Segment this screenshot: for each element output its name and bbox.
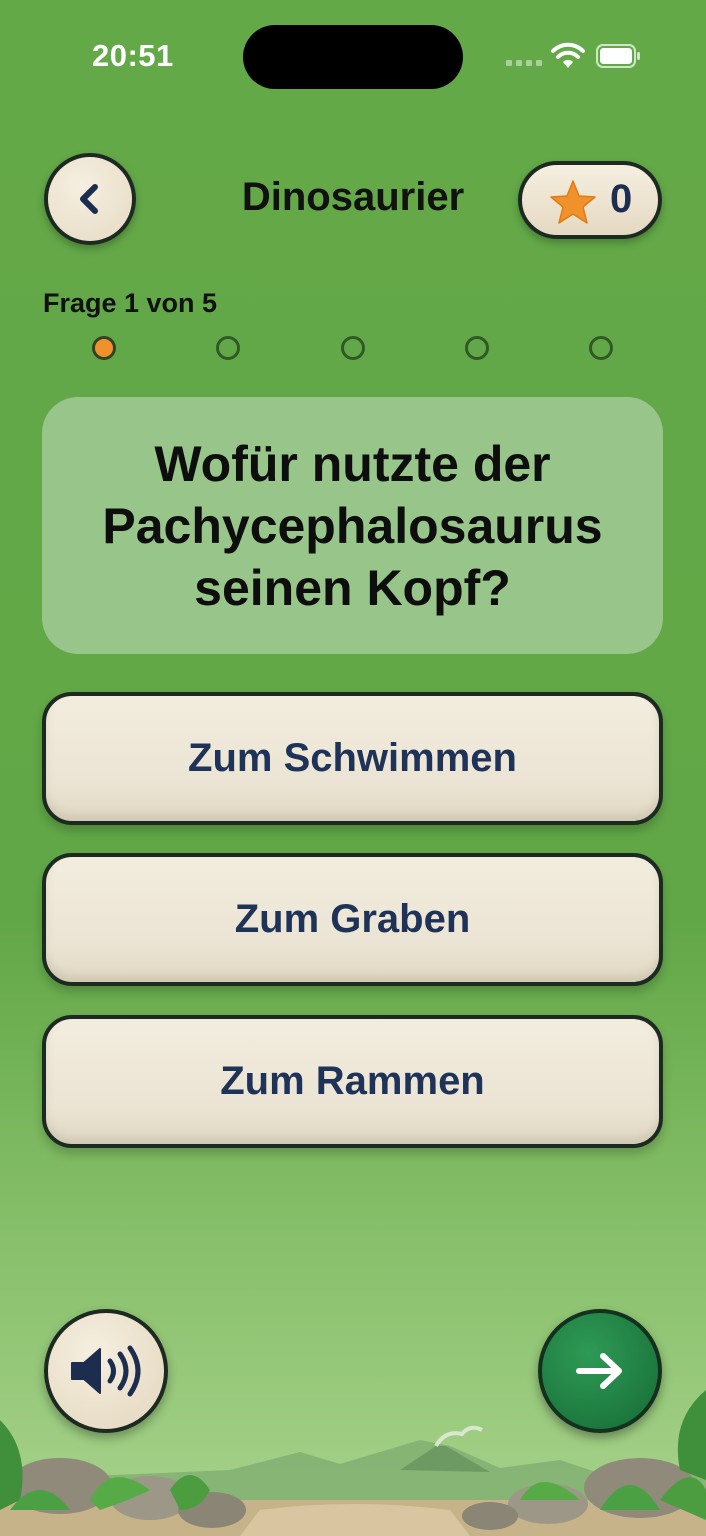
progress-dot-2 — [216, 336, 241, 360]
score-value: 0 — [610, 177, 633, 221]
score-badge: 0 — [518, 161, 662, 239]
progress-label: Frage 1 von 5 — [43, 288, 218, 318]
wifi-icon — [551, 42, 585, 68]
progress-dot-1 — [92, 336, 116, 360]
answer-button-2[interactable]: Zum Graben — [42, 853, 663, 986]
arrow-right-icon — [576, 1353, 622, 1389]
progress-dot-4 — [464, 336, 489, 360]
chevron-left-icon — [80, 184, 98, 214]
dynamic-island — [243, 25, 463, 89]
answer-button-3[interactable]: Zum Rammen — [42, 1015, 663, 1148]
answer-button-1[interactable]: Zum Schwimmen — [42, 692, 663, 825]
cellular-signal-icon — [506, 60, 542, 68]
sound-button[interactable] — [44, 1309, 168, 1433]
next-button[interactable] — [538, 1309, 662, 1433]
status-time: 20:51 — [92, 38, 174, 73]
back-button[interactable] — [44, 153, 136, 245]
page-title: Dinosaurier — [241, 175, 465, 219]
question-text: Wofür nutzte der Pachycephalosaurus sein… — [102, 435, 603, 616]
question-card: Wofür nutzte der Pachycephalosaurus sein… — [42, 397, 663, 654]
progress-dot-5 — [589, 336, 613, 360]
progress-dot-3 — [340, 336, 365, 360]
battery-icon — [596, 44, 640, 68]
speaker-icon — [71, 1345, 141, 1397]
star-icon — [550, 180, 596, 224]
